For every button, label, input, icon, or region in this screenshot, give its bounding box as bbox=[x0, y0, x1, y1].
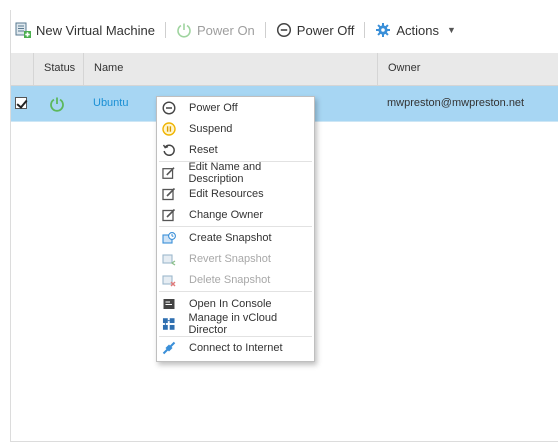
suspend-icon bbox=[162, 122, 176, 136]
power-off-label: Power Off bbox=[296, 22, 355, 38]
row-select-cell[interactable] bbox=[11, 86, 33, 121]
menu-item-label: Connect to Internet bbox=[189, 341, 283, 354]
connect-icon bbox=[162, 341, 176, 355]
menu-item-label: Manage in vCloud Director bbox=[188, 312, 278, 337]
power-on-button[interactable]: Power On bbox=[176, 22, 255, 38]
edit-icon bbox=[162, 188, 176, 201]
menu-item-label: Open In Console bbox=[189, 297, 272, 310]
menu-item-revert-snapshot[interactable]: Revert Snapshot bbox=[157, 249, 314, 270]
chevron-down-icon: ▼ bbox=[447, 25, 456, 35]
menu-item-label: Revert Snapshot bbox=[189, 253, 271, 266]
menu-item-power-off[interactable]: Power Off bbox=[157, 98, 314, 119]
menu-item-change-owner[interactable]: Change Owner bbox=[157, 204, 314, 225]
menu-item-create-snapshot[interactable]: Create Snapshot bbox=[157, 228, 314, 249]
menu-divider bbox=[159, 226, 312, 228]
context-menu: Power Off Suspend Reset Edit Name and De… bbox=[156, 96, 315, 362]
menu-item-delete-snapshot[interactable]: Delete Snapshot bbox=[157, 270, 314, 291]
menu-item-label: Suspend bbox=[189, 123, 233, 136]
status-cell bbox=[33, 86, 83, 121]
menu-item-suspend[interactable]: Suspend bbox=[157, 119, 314, 140]
edit-icon bbox=[162, 167, 175, 180]
vm-owner: mwpreston@mwpreston.net bbox=[387, 97, 525, 109]
toolbar: New Virtual Machine Power On Power Off A… bbox=[15, 20, 456, 40]
menu-item-label: Edit Resources bbox=[189, 188, 264, 201]
column-header-status[interactable]: Status bbox=[33, 53, 83, 85]
power-on-status-icon bbox=[50, 97, 64, 112]
menu-item-connect-to-internet[interactable]: Connect to Internet bbox=[157, 338, 314, 359]
gear-icon bbox=[376, 23, 391, 37]
new-vm-label: New Virtual Machine bbox=[36, 22, 155, 38]
power-off-button[interactable]: Power Off bbox=[276, 22, 355, 38]
toolbar-divider bbox=[364, 22, 366, 38]
menu-item-label: Delete Snapshot bbox=[189, 273, 271, 286]
menu-divider bbox=[159, 291, 312, 293]
menu-item-label: Power Off bbox=[189, 102, 238, 115]
new-vm-icon bbox=[15, 22, 31, 38]
select-column-header[interactable] bbox=[11, 53, 33, 85]
row-checkbox[interactable] bbox=[15, 97, 27, 109]
power-off-icon bbox=[162, 101, 176, 115]
table-header: Status Name Owner bbox=[11, 53, 558, 86]
power-off-icon bbox=[276, 22, 291, 38]
console-icon bbox=[163, 298, 175, 309]
new-virtual-machine-button[interactable]: New Virtual Machine bbox=[15, 22, 155, 38]
column-header-owner[interactable]: Owner bbox=[377, 53, 558, 85]
edit-icon bbox=[162, 208, 176, 221]
delete-snapshot-icon bbox=[162, 275, 176, 287]
power-on-label: Power On bbox=[196, 22, 255, 38]
create-snapshot-icon bbox=[162, 232, 176, 245]
menu-item-label: Change Owner bbox=[189, 208, 263, 221]
menu-item-label: Reset bbox=[189, 143, 218, 156]
toolbar-divider bbox=[164, 22, 166, 38]
menu-item-label: Create Snapshot bbox=[189, 232, 272, 245]
power-on-icon bbox=[177, 23, 191, 38]
vcloud-icon bbox=[162, 318, 175, 330]
menu-item-edit-resources[interactable]: Edit Resources bbox=[157, 184, 314, 205]
menu-item-label: Edit Name and Description bbox=[188, 161, 262, 186]
revert-snapshot-icon bbox=[162, 254, 176, 266]
actions-dropdown[interactable]: Actions ▼ bbox=[375, 22, 456, 38]
menu-item-open-in-console[interactable]: Open In Console bbox=[157, 293, 314, 314]
column-header-name[interactable]: Name bbox=[83, 53, 377, 85]
menu-item-reset[interactable]: Reset bbox=[157, 139, 314, 160]
menu-item-manage-vcloud-director[interactable]: Manage in vCloud Director bbox=[157, 312, 314, 337]
reset-icon bbox=[162, 144, 175, 156]
toolbar-divider bbox=[264, 22, 266, 38]
actions-label: Actions bbox=[396, 22, 439, 38]
menu-item-edit-name-description[interactable]: Edit Name and Description bbox=[157, 161, 314, 186]
